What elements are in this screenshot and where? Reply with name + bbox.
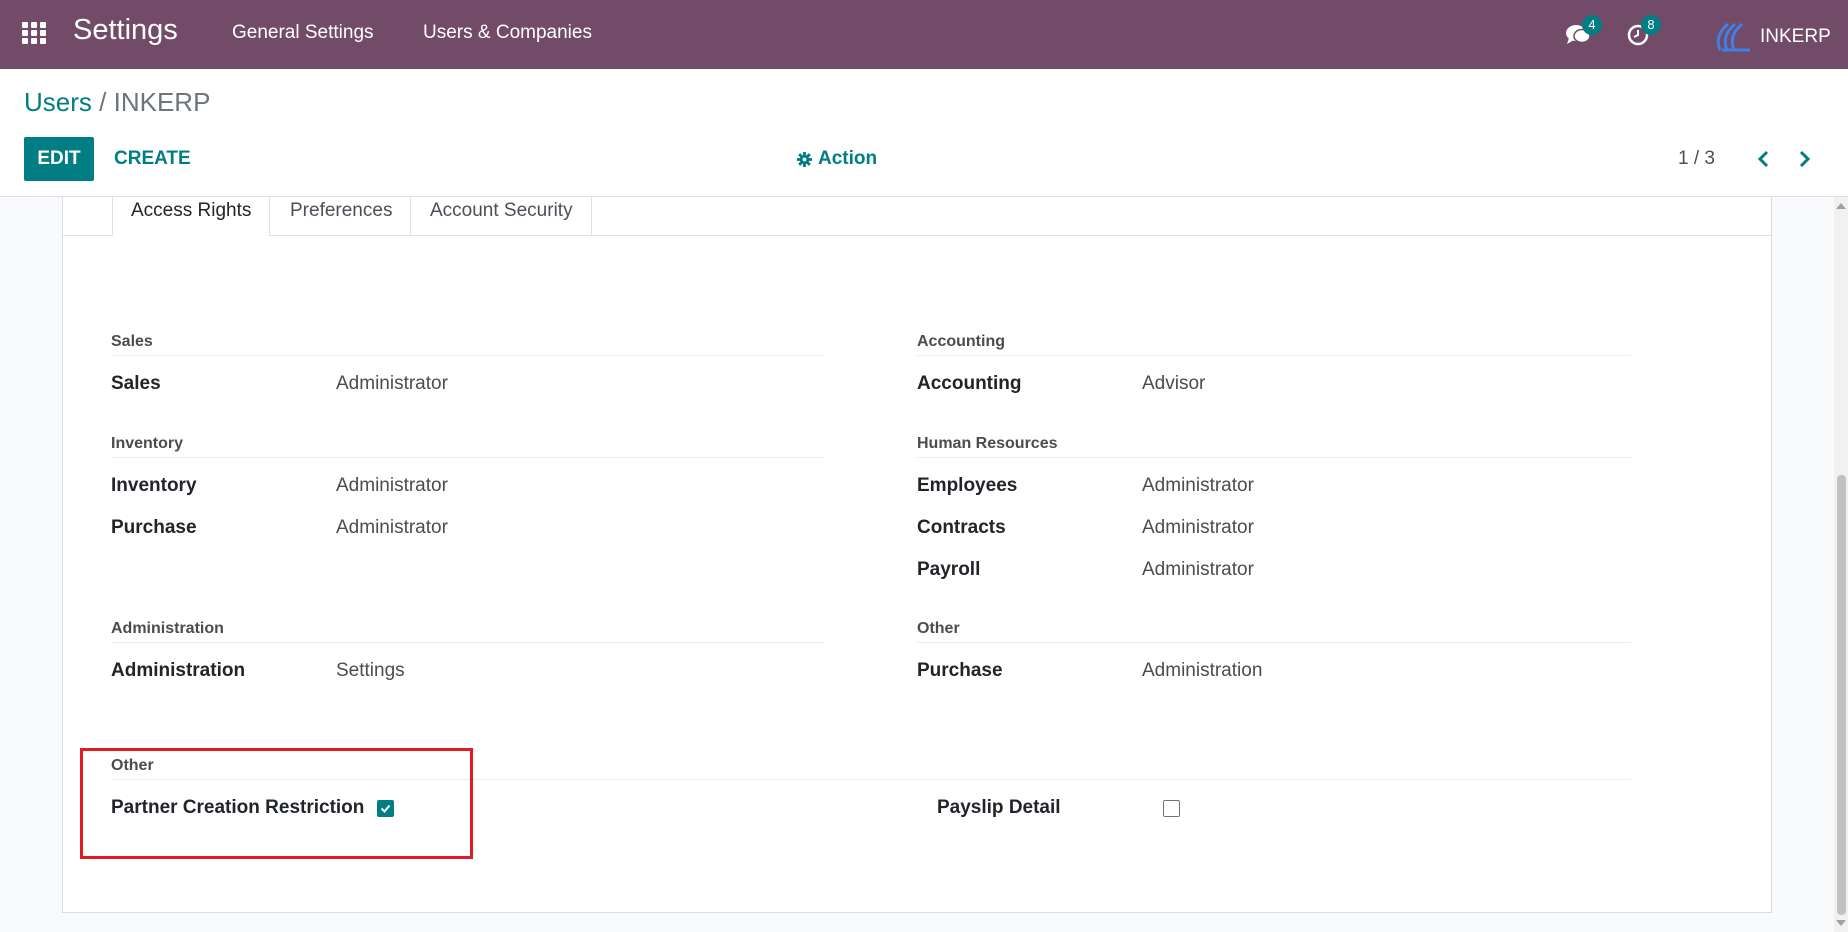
tab-account-security[interactable]: Account Security: [412, 197, 592, 235]
action-menu-button[interactable]: Action: [797, 148, 877, 170]
field-label-sales: Sales: [111, 373, 161, 394]
field-value-administration[interactable]: Settings: [336, 660, 405, 682]
field-label-contracts: Contracts: [917, 517, 1006, 538]
tab-access-rights[interactable]: Access Rights: [112, 197, 271, 236]
group-title-administration: Administration: [111, 620, 825, 643]
scroll-up-arrow-icon[interactable]: [1836, 203, 1846, 209]
pager-value[interactable]: 1 / 3: [1678, 148, 1715, 170]
edit-button[interactable]: EDIT: [24, 137, 94, 181]
breadcrumb-separator: /: [99, 87, 107, 117]
field-label-payroll: Payroll: [917, 559, 981, 580]
scrollbar-thumb[interactable]: [1837, 475, 1846, 915]
messages-badge: 4: [1582, 15, 1602, 35]
chevron-right-icon: [1799, 150, 1811, 168]
inkerp-logo-icon: [1716, 22, 1750, 52]
group-title-accounting: Accounting: [917, 333, 1631, 356]
tab-preferences[interactable]: Preferences: [272, 197, 412, 235]
apps-menu-icon[interactable]: [22, 22, 50, 46]
company-switcher[interactable]: INKERP: [1712, 20, 1831, 54]
pager-next-button[interactable]: [1792, 147, 1816, 171]
group-title-other: Other: [917, 620, 1631, 643]
highlight-annotation-box: [80, 748, 473, 859]
breadcrumb-users-link[interactable]: Users: [24, 87, 92, 117]
field-label-payslip-detail: Payslip Detail: [937, 797, 1061, 818]
field-label-other-purchase: Purchase: [917, 660, 1003, 681]
field-value-sales[interactable]: Administrator: [336, 373, 448, 395]
payslip-detail-checkbox[interactable]: [1163, 800, 1180, 817]
field-value-inventory[interactable]: Administrator: [336, 475, 448, 497]
notebook-tabs: Access Rights Preferences Account Securi…: [63, 197, 1771, 236]
field-label-purchase: Purchase: [111, 517, 197, 538]
field-label-administration: Administration: [111, 660, 246, 681]
field-value-purchase[interactable]: Administrator: [336, 517, 448, 539]
field-value-employees[interactable]: Administrator: [1142, 475, 1254, 497]
field-label-inventory: Inventory: [111, 475, 197, 496]
pager-previous-button[interactable]: [1752, 147, 1776, 171]
scroll-down-arrow-icon[interactable]: [1836, 920, 1846, 926]
company-name: INKERP: [1760, 26, 1831, 47]
top-navbar: Settings General Settings Users & Compan…: [0, 0, 1848, 69]
field-value-accounting[interactable]: Advisor: [1142, 373, 1205, 395]
chevron-left-icon: [1757, 150, 1769, 168]
group-title-sales: Sales: [111, 333, 825, 356]
messages-button[interactable]: 4: [1565, 15, 1602, 51]
menu-users-companies[interactable]: Users & Companies: [423, 22, 592, 44]
field-label-employees: Employees: [917, 475, 1018, 496]
activities-badge: 8: [1641, 15, 1661, 35]
create-button[interactable]: CREATE: [114, 148, 191, 170]
breadcrumb-current: INKERP: [113, 87, 211, 117]
group-title-inventory: Inventory: [111, 435, 825, 458]
gear-icon: [797, 151, 812, 167]
field-value-contracts[interactable]: Administrator: [1142, 517, 1254, 539]
group-title-human-resources: Human Resources: [917, 435, 1631, 458]
activities-button[interactable]: 8: [1627, 15, 1661, 51]
breadcrumb: Users / INKERP: [24, 87, 210, 118]
control-panel: Users / INKERP EDIT CREATE Action 1 / 3: [0, 69, 1848, 197]
field-label-accounting: Accounting: [917, 373, 1022, 394]
field-value-payroll[interactable]: Administrator: [1142, 559, 1254, 581]
app-title[interactable]: Settings: [73, 14, 178, 47]
action-label: Action: [818, 148, 878, 169]
field-value-other-purchase[interactable]: Administration: [1142, 660, 1262, 682]
menu-general-settings[interactable]: General Settings: [232, 22, 374, 44]
